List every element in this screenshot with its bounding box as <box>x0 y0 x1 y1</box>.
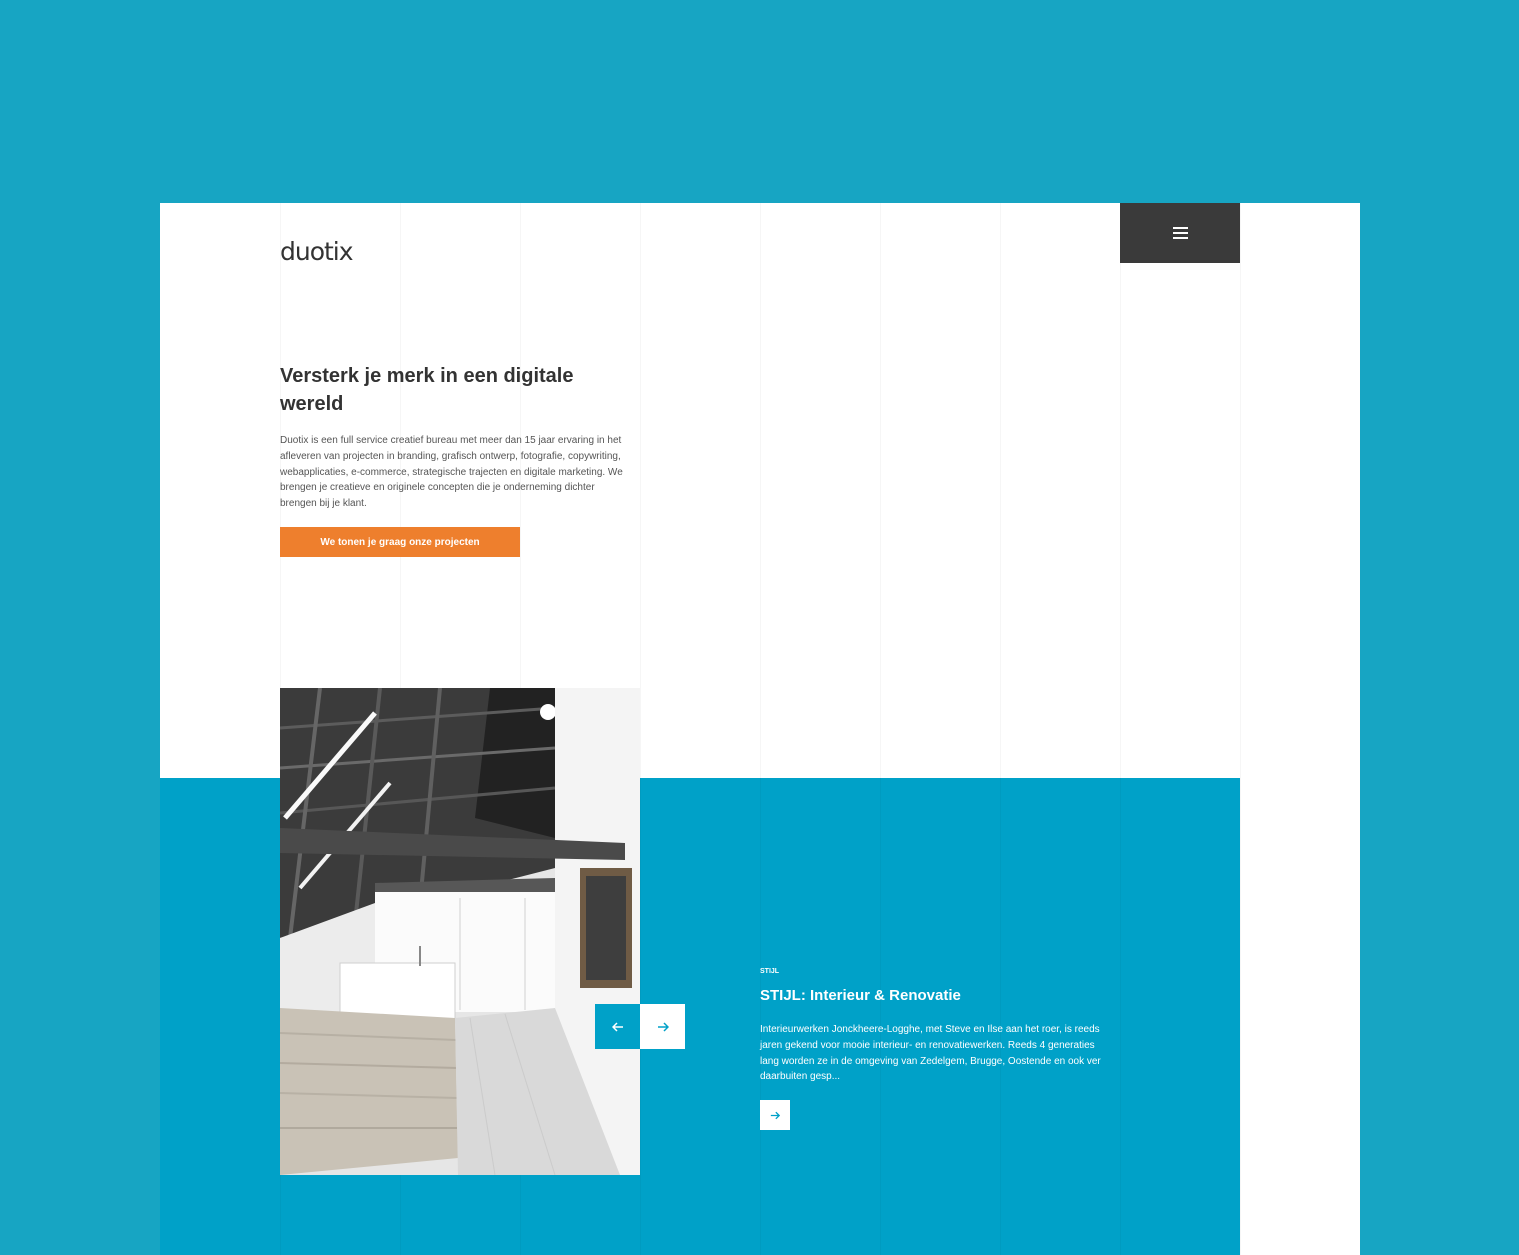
project-tag: STIJL <box>760 968 780 975</box>
arrow-right-icon <box>657 1021 669 1032</box>
grid-line <box>640 203 641 1255</box>
hero-title: Versterk je merk in een digitale wereld <box>280 365 574 415</box>
slider-next-button[interactable] <box>640 1004 685 1049</box>
project-title[interactable]: STIJL: Interieur & Renovatie <box>760 987 961 1004</box>
grid-line <box>1120 203 1121 1255</box>
grid-line <box>880 203 881 1255</box>
grid-line <box>1240 203 1241 1255</box>
projects-cta-button[interactable]: We tonen je graag onze projecten <box>280 527 520 557</box>
hamburger-menu-icon <box>1172 226 1188 240</box>
arrow-left-icon <box>611 1021 623 1032</box>
grid-line <box>1000 203 1001 1255</box>
attic-interior-photo <box>280 688 640 1175</box>
page-canvas: duotix Versterk je merk in een digitale … <box>160 203 1360 1255</box>
menu-button[interactable] <box>1120 203 1240 263</box>
hero-description: Duotix is een full service creatief bure… <box>280 435 623 510</box>
arrow-right-icon <box>770 1111 780 1119</box>
grid-line <box>760 203 761 1255</box>
slider-prev-button[interactable] <box>595 1004 640 1049</box>
project-image <box>280 688 640 1175</box>
logo[interactable]: duotix <box>280 237 354 266</box>
project-description: Interieurwerken Jonckheere-Logghe, met S… <box>760 1024 1101 1083</box>
project-more-button[interactable] <box>760 1100 790 1130</box>
